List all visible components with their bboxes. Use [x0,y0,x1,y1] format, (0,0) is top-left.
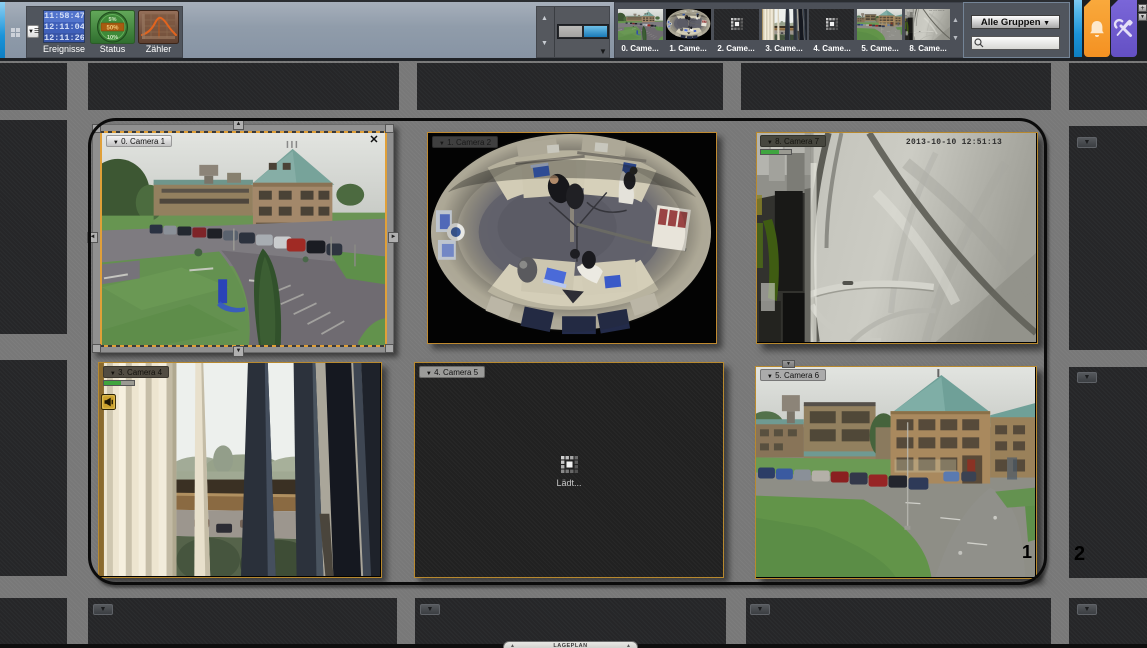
svg-text:50%: 50% [106,26,119,32]
svg-text:5%: 5% [109,17,117,23]
svg-text:10%: 10% [107,35,118,41]
